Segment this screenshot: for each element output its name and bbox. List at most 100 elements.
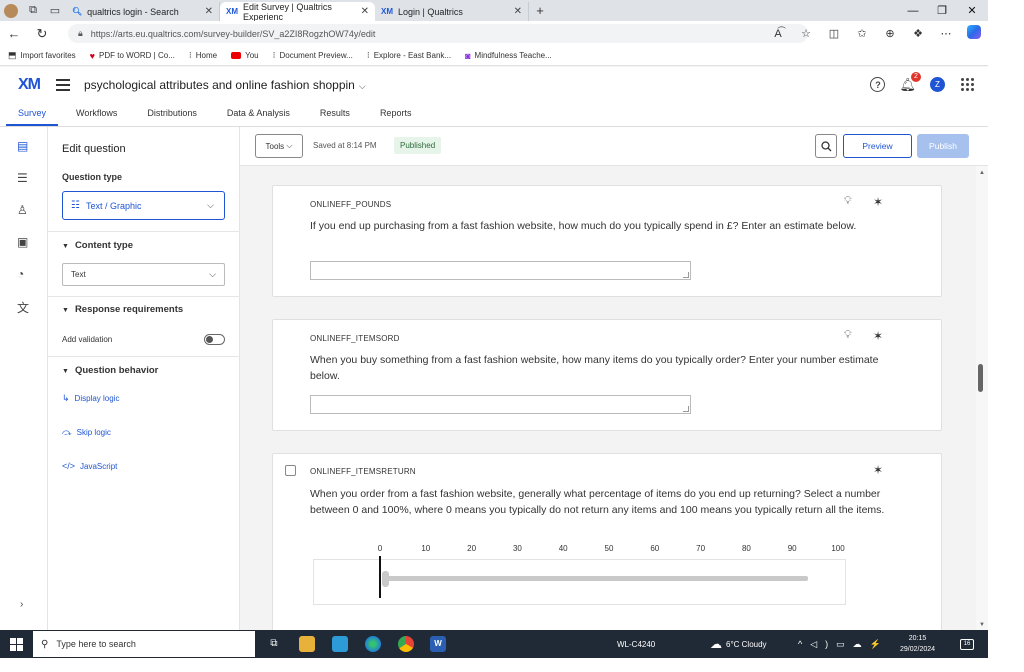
- search-button[interactable]: [815, 134, 837, 158]
- gauge-icon[interactable]: ◔: [17, 267, 24, 281]
- workspaces-icon[interactable]: ⧉: [22, 0, 44, 21]
- extension-icon[interactable]: ❖: [904, 27, 932, 40]
- photos-icon[interactable]: [332, 636, 348, 652]
- javascript-link[interactable]: </> JavaScript: [62, 461, 117, 471]
- tab-workflows[interactable]: Workflows: [64, 102, 129, 126]
- tools-dropdown[interactable]: Tools ⌵: [255, 134, 303, 158]
- favorite-star-icon[interactable]: ☆: [792, 27, 820, 40]
- tab-survey[interactable]: Survey: [6, 102, 59, 126]
- lightbulb-icon[interactable]: 💡︎: [844, 195, 852, 208]
- required-asterisk-icon[interactable]: ✶: [873, 463, 883, 477]
- help-icon[interactable]: ?: [870, 77, 886, 92]
- close-icon[interactable]: ✕: [514, 6, 522, 17]
- split-screen-icon[interactable]: ◫: [820, 27, 848, 40]
- slider-track[interactable]: [384, 576, 808, 581]
- tab-reports[interactable]: Reports: [368, 102, 424, 126]
- lightbulb-icon[interactable]: 💡︎: [844, 329, 852, 342]
- menu-icon[interactable]: [56, 76, 70, 94]
- scrollbar-thumb[interactable]: [978, 364, 983, 392]
- publish-button[interactable]: Publish: [917, 134, 969, 158]
- question-text[interactable]: If you end up purchasing from a fast fas…: [310, 218, 910, 234]
- bookmark-pdf[interactable]: ♥ PDF to WORD | Co...: [90, 51, 175, 61]
- back-icon[interactable]: ←: [0, 26, 28, 41]
- question-type-select[interactable]: ☷ Text / Graphic ⌵: [62, 191, 225, 220]
- more-icon[interactable]: ⋯: [932, 27, 960, 40]
- copilot-icon[interactable]: [960, 25, 988, 42]
- new-tab-button[interactable]: +: [529, 2, 551, 21]
- favorites-icon[interactable]: ✩: [848, 27, 876, 40]
- xm-logo[interactable]: XM: [18, 76, 41, 94]
- file-explorer-icon[interactable]: [299, 636, 315, 652]
- content-type-section[interactable]: ▼ Content type: [62, 240, 133, 251]
- bookmark-you[interactable]: You: [231, 51, 259, 60]
- url-field[interactable]: 🔒︎ https://arts.eu.qualtrics.com/survey-…: [68, 24, 808, 43]
- minimize-button[interactable]: —: [897, 0, 929, 21]
- bookmark-home[interactable]: ⁝ Home: [189, 50, 217, 61]
- select-question-checkbox[interactable]: [285, 465, 296, 476]
- survey-flow-icon[interactable]: ☰: [17, 171, 28, 185]
- bookmark-mindfulness[interactable]: ◙ Mindfulness Teache...: [465, 51, 552, 61]
- expand-chevron-icon[interactable]: ›: [20, 599, 23, 610]
- tab-distributions[interactable]: Distributions: [135, 102, 209, 126]
- tab-actions-icon[interactable]: ▭: [44, 0, 66, 21]
- chrome-icon[interactable]: [398, 636, 414, 652]
- required-asterisk-icon[interactable]: ✶: [873, 195, 883, 209]
- text-entry-input[interactable]: [310, 395, 691, 414]
- windows-start-icon[interactable]: [10, 637, 23, 651]
- browser-tab-login[interactable]: XM Login | Qualtrics ✕: [375, 2, 529, 21]
- edit-question-icon[interactable]: ▤: [17, 139, 28, 153]
- collections-icon[interactable]: ⊕: [876, 27, 904, 40]
- question-behavior-section[interactable]: ▼ Question behavior: [62, 365, 158, 376]
- add-validation-toggle[interactable]: [204, 334, 225, 345]
- translate-icon[interactable]: 文: [17, 299, 29, 316]
- question-card[interactable]: ONLINEFF_ITEMSRETURN ✶ When you order fr…: [272, 453, 942, 630]
- refresh-icon[interactable]: ↻: [28, 26, 56, 42]
- tab-data-analysis[interactable]: Data & Analysis: [215, 102, 302, 126]
- bell-icon[interactable]: 🔔︎ 2: [899, 71, 921, 93]
- preview-button[interactable]: Preview: [843, 134, 912, 158]
- browser-tab-edit-survey[interactable]: XM Edit Survey | Qualtrics Experienc ✕: [220, 2, 375, 22]
- edge-browser-icon[interactable]: [365, 636, 381, 652]
- add-validation-label: Add validation: [62, 335, 113, 344]
- scroll-down-icon[interactable]: ▼: [979, 622, 985, 628]
- browser-tab-search[interactable]: 🔍︎ qualtrics login - Search ✕: [66, 2, 220, 21]
- read-aloud-icon[interactable]: A͡: [764, 28, 792, 40]
- scroll-up-icon[interactable]: ▲: [979, 170, 985, 176]
- taskbar-search-box[interactable]: ⚲ Type here to search: [33, 631, 255, 657]
- notification-center-icon[interactable]: 16: [960, 639, 974, 650]
- required-asterisk-icon[interactable]: ✶: [873, 329, 883, 343]
- close-icon[interactable]: ✕: [205, 6, 213, 17]
- chevron-down-icon: ⌵: [207, 200, 214, 210]
- app-grid-icon[interactable]: [961, 78, 974, 91]
- slider-handle[interactable]: [382, 571, 389, 587]
- look-and-feel-icon[interactable]: ♙: [17, 203, 28, 217]
- bookmark-import[interactable]: ⬒ Import favorites: [8, 50, 76, 61]
- system-tray-icons[interactable]: ^◁)▭☁⚡: [798, 630, 889, 658]
- content-type-select[interactable]: Text ⌵: [62, 263, 225, 286]
- close-icon[interactable]: ✕: [361, 6, 369, 17]
- bookmark-document-preview[interactable]: ⁝ Document Preview...: [273, 50, 353, 61]
- network-name: WL-C4240: [617, 639, 656, 649]
- question-card[interactable]: ONLINEFF_ITEMSORD 💡︎ ✶ When you buy some…: [272, 319, 942, 431]
- question-text[interactable]: When you order from a fast fashion websi…: [310, 486, 910, 518]
- survey-options-icon[interactable]: ▣: [17, 235, 28, 249]
- vertical-scrollbar[interactable]: ▲ ▼: [976, 166, 988, 630]
- skip-logic-link[interactable]: ⤼ Skip logic: [62, 427, 111, 438]
- question-text[interactable]: When you buy something from a fast fashi…: [310, 352, 910, 384]
- profile-avatar[interactable]: [0, 0, 22, 21]
- user-avatar[interactable]: Z: [930, 77, 945, 92]
- bookmark-explore[interactable]: ⁝ Explore - East Bank...: [367, 50, 451, 61]
- response-requirements-section[interactable]: ▼ Response requirements: [62, 304, 183, 315]
- task-view-icon[interactable]: ⧉: [266, 636, 282, 652]
- text-entry-input[interactable]: [310, 261, 691, 280]
- tab-results[interactable]: Results: [308, 102, 362, 126]
- question-card[interactable]: ONLINEFF_POUNDS 💡︎ ✶ If you end up purch…: [272, 185, 942, 297]
- close-window-button[interactable]: ✕: [956, 0, 988, 21]
- clock[interactable]: 20:15 29/02/2024: [900, 633, 935, 655]
- weather-widget[interactable]: ☁ 6°C Cloudy: [710, 630, 767, 658]
- word-icon[interactable]: W: [430, 636, 446, 652]
- survey-title-dropdown[interactable]: psychological attributes and online fash…: [84, 78, 366, 92]
- restore-button[interactable]: ❐: [926, 0, 958, 21]
- bookmark-icon: ⁝: [188, 50, 192, 60]
- display-logic-link[interactable]: ↳ Display logic: [62, 393, 119, 404]
